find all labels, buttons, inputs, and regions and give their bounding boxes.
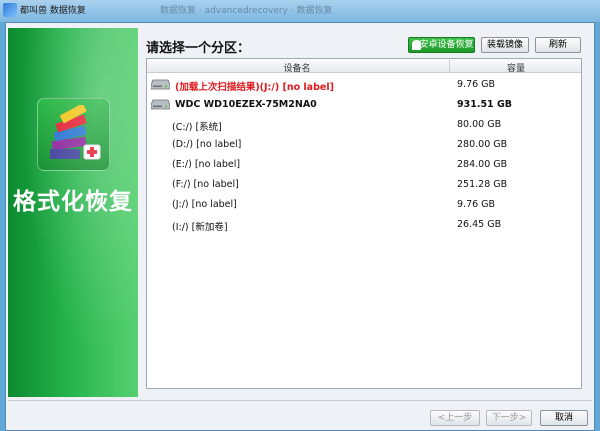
device-name: (加载上次扫描结果)(J:/) [no label] [175,82,334,93]
hard-disk-icon [151,99,170,110]
android-icon [412,40,421,50]
app-icon [3,3,17,17]
table-row-partition[interactable]: (D:/) [no label] 280.00 GB [147,135,581,155]
android-recovery-button[interactable]: 安卓设备恢复 [408,37,475,53]
table-row-last-scan[interactable]: (加载上次扫描结果)(J:/) [no label] 9.76 GB [147,75,581,95]
device-capacity: 9.76 GB [457,79,496,90]
device-capacity: 26.45 GB [457,219,502,230]
device-name: (F:/) [no label] [172,179,239,190]
device-capacity: 80.00 GB [457,119,502,130]
partition-list[interactable]: 设备名 容量 (加载上次扫描结果)(J:/) [no label] 9.76 G… [146,58,582,389]
window-title: 都叫兽 数据恢复 [20,6,86,16]
device-name: (E:/) [no label] [172,159,241,170]
recovery-logo-icon [37,98,110,171]
table-row-partition[interactable]: (J:/) [no label] 9.76 GB [147,195,581,215]
device-name: WDC WD10EZEX-75M2NA0 [175,99,317,110]
device-name: (J:/) [no label] [172,199,237,210]
table-row-disk[interactable]: WDC WD10EZEX-75M2NA0 931.51 GB [147,95,581,115]
device-capacity: 9.76 GB [457,199,496,210]
previous-step-button[interactable]: <上一步 [430,410,480,426]
table-row-partition[interactable]: (I:/) [新加卷] 26.45 GB [147,215,581,235]
footer-divider [8,400,592,401]
refresh-button[interactable]: 刷新 [535,37,581,53]
device-capacity: 251.28 GB [457,179,508,190]
android-recovery-label: 安卓设备恢复 [419,40,474,50]
device-capacity: 280.00 GB [457,139,508,150]
device-name: (I:/) [新加卷] [172,222,228,233]
device-capacity: 931.51 GB [457,99,513,110]
table-row-partition[interactable]: (C:/) [系统] 80.00 GB [147,115,581,135]
column-device-name[interactable]: 设备名 [147,61,447,74]
next-step-button[interactable]: 下一步> [486,410,532,426]
device-capacity: 284.00 GB [457,159,508,170]
table-row-partition[interactable]: (F:/) [no label] 251.28 GB [147,175,581,195]
select-partition-prompt: 请选择一个分区： [146,41,251,56]
table-row-partition[interactable]: (E:/) [no label] 284.00 GB [147,155,581,175]
column-capacity[interactable]: 容量 [451,61,581,74]
hard-disk-icon [151,79,170,90]
device-name: (C:/) [系统] [172,122,222,133]
load-image-button[interactable]: 装载镜像 [481,37,529,53]
window-title-blurred: 数据恢复 · advancedrecovery · 数据恢复 [160,6,333,16]
banner-title: 格式化恢复 [13,189,133,215]
device-name: (D:/) [no label] [172,139,242,150]
sidebar-banner: 格式化恢复 [8,28,138,397]
title-bar[interactable]: 都叫兽 数据恢复 数据恢复 · advancedrecovery · 数据恢复 [0,0,600,22]
cancel-button[interactable]: 取消 [540,410,588,426]
column-separator [449,60,450,72]
table-header: 设备名 容量 [147,59,581,74]
